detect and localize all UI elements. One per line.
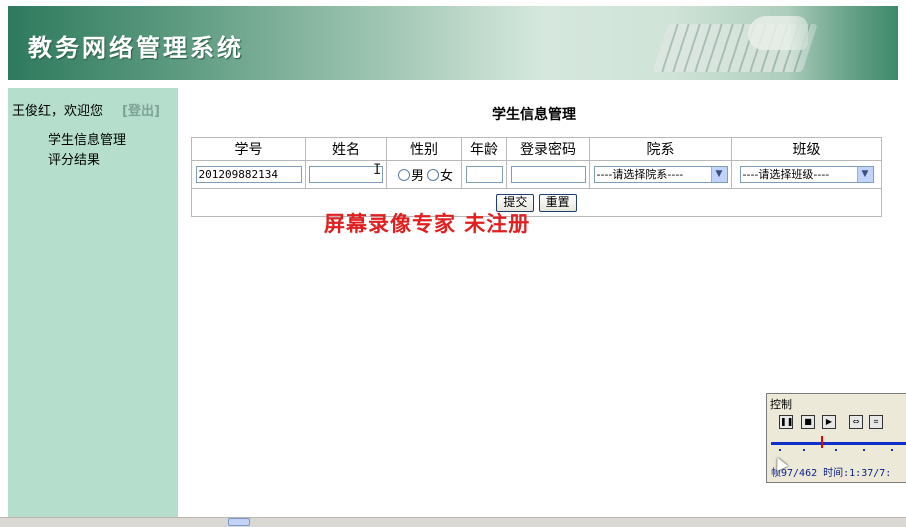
- playback-progress-track[interactable]: [771, 442, 906, 445]
- recorder-title: 控制: [770, 398, 792, 411]
- department-select-value: ----请选择院系----: [596, 168, 684, 181]
- fullscreen-icon[interactable]: ⌗: [869, 415, 883, 429]
- header-banner: 教务网络管理系统: [8, 6, 898, 80]
- sidebar: 王俊红，欢迎您 [登出] 学生信息管理 评分结果: [8, 88, 178, 520]
- column-header: 年龄: [461, 137, 507, 161]
- app-title: 教务网络管理系统: [28, 33, 244, 62]
- reset-button[interactable]: 重置: [538, 193, 577, 212]
- sidebar-item-student-info[interactable]: 学生信息管理: [48, 129, 126, 148]
- column-header: 班级: [731, 137, 882, 161]
- step-forward-icon[interactable]: ▶: [822, 415, 836, 429]
- sidebar-item-score-results[interactable]: 评分结果: [48, 149, 100, 168]
- chevron-down-icon[interactable]: ▼: [856, 167, 873, 182]
- column-header: 学号: [191, 137, 306, 161]
- column-header: 姓名: [305, 137, 387, 161]
- student-id-input[interactable]: [195, 166, 302, 183]
- recorder-control-panel: 控制 ❚❚ ■ ▶ ⇔ ⌗ 帧97/462 时间:1:37/7:: [766, 393, 906, 483]
- page-title: 学生信息管理: [492, 107, 576, 123]
- playback-status: 帧97/462 时间:1:37/7:: [771, 468, 892, 479]
- stop-icon[interactable]: ■: [801, 415, 815, 429]
- welcome-text: 王俊红，欢迎您: [12, 104, 104, 119]
- password-input[interactable]: [510, 166, 586, 183]
- column-header: 性别: [386, 137, 462, 161]
- age-input[interactable]: [465, 166, 503, 183]
- gender-male-label: 男: [410, 169, 424, 184]
- class-select[interactable]: ----请选择班级---- ▼: [739, 166, 874, 183]
- chevron-down-icon[interactable]: ▼: [710, 167, 727, 182]
- class-select-value: ----请选择班级----: [742, 168, 830, 181]
- column-header: 院系: [589, 137, 732, 161]
- watermark-text: 屏幕录像专家 未注册: [324, 211, 531, 236]
- playback-position-marker[interactable]: [821, 436, 823, 448]
- gender-female-radio[interactable]: [427, 168, 439, 181]
- name-input[interactable]: [309, 166, 383, 183]
- gender-male-radio[interactable]: [397, 168, 410, 181]
- column-header: 登录密码: [506, 137, 590, 161]
- fit-window-icon[interactable]: ⇔: [849, 415, 863, 429]
- department-select[interactable]: ----请选择院系---- ▼: [593, 166, 728, 183]
- gender-female-label: 女: [440, 169, 454, 184]
- logout-link[interactable]: [登出]: [122, 100, 160, 119]
- pause-icon[interactable]: ❚❚: [779, 415, 793, 429]
- scrollbar-thumb[interactable]: [228, 518, 250, 526]
- student-form-table: 学号 姓名 性别 年龄 登录密码 院系 班级 男 女 ----请选择院系---- ▼…: [191, 137, 882, 217]
- text-cursor-icon: I: [373, 162, 382, 178]
